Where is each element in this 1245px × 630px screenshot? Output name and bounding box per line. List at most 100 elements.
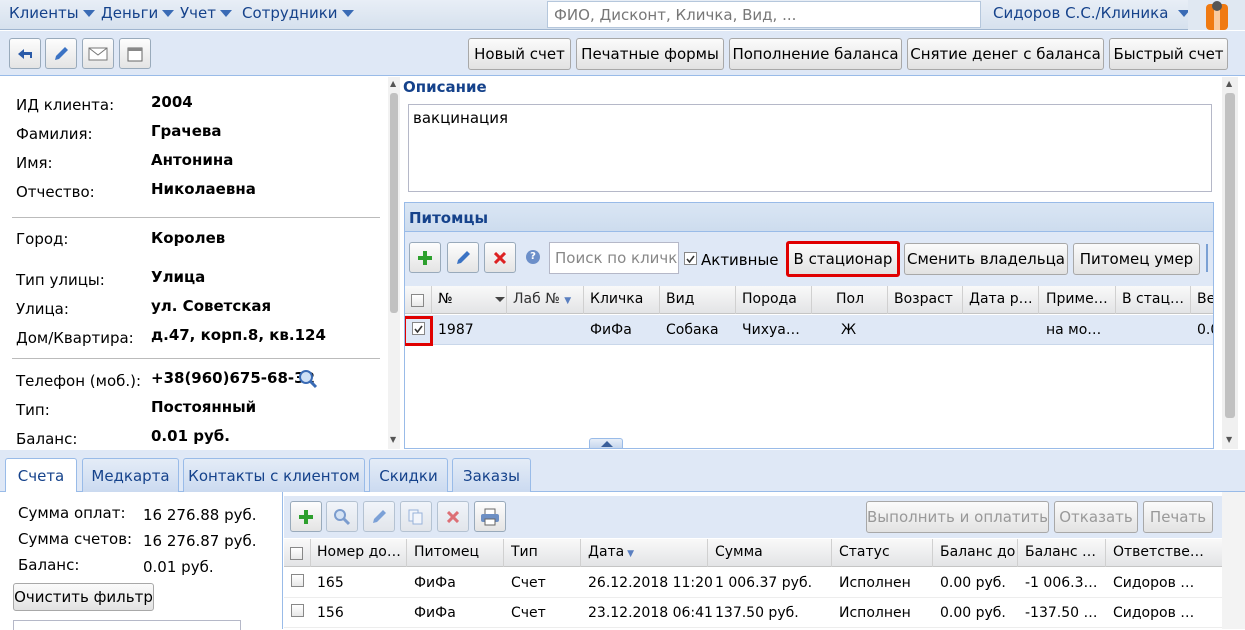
col-balance-before[interactable]: Баланс до: [940, 544, 1020, 560]
cell-nickname: ФиФа: [590, 322, 632, 338]
magnifier-icon[interactable]: [298, 369, 318, 393]
print-button[interactable]: Печать: [1143, 501, 1213, 533]
pet-died-button[interactable]: Питомец умер: [1073, 243, 1200, 275]
cell-balance-after: -1 006.3…: [1025, 575, 1098, 591]
edit-invoice-button[interactable]: [363, 501, 395, 532]
col-breed[interactable]: Порода: [742, 291, 822, 307]
right-scrollbar[interactable]: ▲ ▼: [1222, 77, 1238, 449]
edit-pet-button[interactable]: [447, 242, 479, 273]
add-invoice-button[interactable]: [290, 501, 322, 532]
tab-invoices[interactable]: Счета: [5, 458, 77, 493]
delete-invoice-button[interactable]: [437, 501, 469, 532]
col-balance-after[interactable]: Баланс …: [1025, 544, 1103, 560]
col-responsible[interactable]: Ответстве…: [1113, 544, 1203, 560]
calendar-button[interactable]: [119, 38, 151, 69]
col-type[interactable]: Тип: [511, 544, 581, 560]
pets-grid: № Лаб № ▼ Кличка Вид Порода Пол Возраст …: [404, 286, 1214, 449]
menu-clients[interactable]: Клиенты: [9, 4, 95, 22]
pets-panel-header: Питомцы: [404, 202, 1214, 232]
house-value: д.47, корп.8, кв.124: [151, 326, 326, 344]
col-birthdate[interactable]: Дата р…: [969, 291, 1039, 307]
col-status[interactable]: Статус: [839, 544, 929, 560]
global-search-input[interactable]: ФИО, Дисконт, Кличка, Вид, ...: [547, 1, 981, 28]
balance-value: 0.01 руб.: [151, 427, 230, 445]
execute-pay-button[interactable]: Выполнить и оплатить: [866, 501, 1049, 533]
cell-notes: на мо…: [1046, 322, 1102, 338]
type-label: Тип:: [16, 401, 50, 419]
menu-staff[interactable]: Сотрудники: [242, 4, 354, 22]
table-row[interactable]: 156 ФиФа Счет 23.12.2018 06:41 137.50 ру…: [284, 598, 1222, 628]
sort-menu-icon[interactable]: [495, 297, 505, 302]
col-nickname[interactable]: Кличка: [590, 291, 655, 307]
col-in-hospital[interactable]: В стац…: [1122, 291, 1192, 307]
tab-discounts[interactable]: Скидки: [369, 458, 448, 492]
view-invoice-button[interactable]: [326, 501, 358, 532]
calendar-icon: [127, 47, 143, 61]
pets-toolbar: ? Поиск по кличке Активные В стационар С…: [404, 232, 1214, 286]
cell-date: 26.12.2018 11:20: [588, 575, 713, 591]
tab-orders[interactable]: Заказы: [452, 458, 531, 492]
active-label: Активные: [701, 251, 779, 269]
street-type-label: Тип улицы:: [16, 271, 105, 289]
house-label: Дом/Квартира:: [16, 329, 134, 347]
toolbar-separator: [1206, 244, 1208, 272]
invoices-sum-label: Сумма счетов:: [18, 530, 133, 548]
add-pet-button[interactable]: [409, 242, 441, 273]
summary-balance-label: Баланс:: [18, 556, 80, 574]
row-checkbox[interactable]: [412, 322, 425, 335]
description-textarea[interactable]: вакцинация: [408, 104, 1212, 192]
help-icon[interactable]: ?: [526, 250, 540, 264]
cell-status: Исполнен: [839, 605, 911, 621]
active-checkbox[interactable]: [684, 252, 697, 265]
col-weight[interactable]: Ве: [1197, 291, 1213, 307]
menu-money[interactable]: Деньги: [101, 4, 175, 22]
back-button[interactable]: [9, 38, 41, 69]
change-owner-button[interactable]: Сменить владельца: [904, 243, 1068, 275]
edit-button[interactable]: [45, 38, 77, 69]
chevron-down-icon: [162, 10, 175, 17]
withdraw-balance-button[interactable]: Снятие денег с баланса: [907, 38, 1104, 70]
quick-invoice-button[interactable]: Быстрый счет: [1109, 38, 1228, 70]
chevron-up-icon: [601, 441, 613, 447]
cell-pet: ФиФа: [414, 605, 456, 621]
copy-icon: [408, 509, 423, 524]
copy-invoice-button[interactable]: [400, 501, 432, 532]
user-menu[interactable]: Сидоров С.С./Клиника: [993, 4, 1191, 22]
row-checkbox[interactable]: [291, 574, 304, 587]
col-pet[interactable]: Питомец: [414, 544, 504, 560]
back-arrow-icon: [18, 48, 32, 59]
col-age[interactable]: Возраст: [894, 291, 959, 307]
cell-sex: Ж: [841, 322, 857, 338]
delete-pet-button[interactable]: [484, 242, 516, 273]
menu-accounting[interactable]: Учет: [180, 4, 232, 22]
col-doc-number[interactable]: Номер до…: [317, 544, 403, 560]
email-button[interactable]: [82, 38, 114, 69]
col-date[interactable]: Дата ▼: [588, 544, 688, 560]
clear-filter-button[interactable]: Очистить фильтр: [13, 583, 154, 611]
new-invoice-button[interactable]: Новый счет: [468, 38, 571, 70]
row-checkbox[interactable]: [291, 604, 304, 617]
table-row[interactable]: 165 ФиФа Счет 26.12.2018 11:20 1 006.37 …: [284, 568, 1222, 598]
col-sex[interactable]: Пол: [836, 291, 886, 307]
col-number[interactable]: №: [438, 291, 493, 307]
print-forms-button[interactable]: Печатные формы: [576, 38, 724, 70]
left-scrollbar[interactable]: ▲ ▼: [388, 77, 400, 449]
decline-button[interactable]: Отказать: [1054, 501, 1138, 533]
top-up-balance-button[interactable]: Пополнение баланса: [729, 38, 902, 70]
table-row[interactable]: 1987 ФиФа Собака Чихуа… Ж на мо… 0.0: [405, 315, 1213, 346]
cell-amount: 1 006.37 руб.: [715, 575, 813, 591]
print-invoice-button[interactable]: [474, 501, 506, 532]
pet-search-input[interactable]: Поиск по кличке: [549, 242, 679, 274]
to-hospital-button[interactable]: В стационар: [786, 241, 900, 277]
select-all-checkbox[interactable]: [411, 294, 424, 307]
col-species[interactable]: Вид: [666, 291, 731, 307]
tab-medcard[interactable]: Медкарта: [82, 458, 179, 492]
surname-value: Грачева: [151, 122, 222, 140]
tab-contacts[interactable]: Контакты с клиентом: [183, 458, 365, 492]
cell-weight: 0.0: [1197, 322, 1213, 338]
col-lab-number[interactable]: Лаб № ▼: [513, 291, 583, 307]
col-notes[interactable]: Приме…: [1046, 291, 1116, 307]
select-all-checkbox[interactable]: [290, 547, 303, 560]
patronymic-label: Отчество:: [16, 183, 95, 201]
col-amount[interactable]: Сумма: [715, 544, 815, 560]
